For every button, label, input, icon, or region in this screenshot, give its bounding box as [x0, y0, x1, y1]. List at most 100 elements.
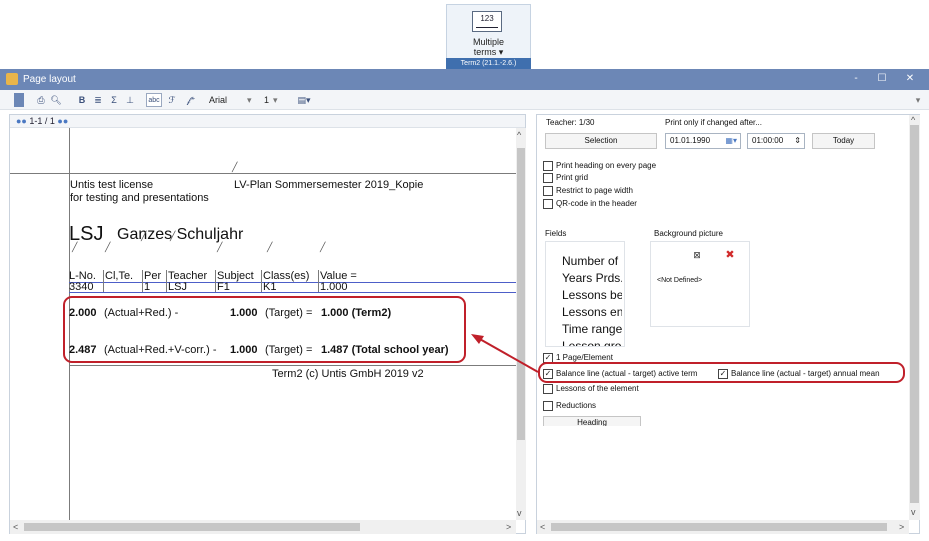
qr-code-label: QR-code in the header — [556, 199, 637, 208]
scrollbar-thumb[interactable] — [551, 523, 887, 531]
window-titlebar: Page layout - ☐ ✕ — [0, 69, 929, 90]
column-divider — [103, 270, 104, 292]
horizontal-scrollbar[interactable]: < > — [10, 520, 516, 534]
column-divider — [318, 270, 319, 292]
heading-text: Ganzes Schuljahr — [117, 226, 244, 243]
format-icon[interactable]: ℱ — [166, 93, 178, 107]
preview-page-navigator[interactable]: ●● 1-1 / 1 ●● — [10, 115, 525, 128]
edit-pencil-icon[interactable]: ╱ — [217, 242, 222, 253]
scroll-left-icon[interactable]: < — [13, 522, 18, 532]
scrollbar-thumb[interactable] — [24, 523, 360, 531]
edit-pencil-icon[interactable]: ╱ — [320, 242, 325, 253]
column-header: Cl,Te. — [105, 270, 134, 282]
sum-icon[interactable]: Σ — [108, 93, 120, 107]
edit-pencil-icon[interactable]: ╱ — [232, 162, 237, 173]
preview-icon[interactable]: 🔍︎ — [50, 93, 62, 107]
font-select[interactable]: Arial ▾ — [209, 93, 261, 107]
scroll-up-icon[interactable]: ^ — [517, 130, 521, 140]
fields-label: Fields — [545, 229, 567, 238]
delete-picture-icon[interactable]: ✖ — [719, 247, 741, 265]
print-grid-label: Print grid — [556, 173, 589, 182]
maximize-button[interactable]: ☐ — [870, 71, 894, 87]
balance-options-highlight — [538, 362, 905, 383]
qr-code-checkbox[interactable] — [543, 199, 553, 209]
vertical-scrollbar[interactable]: ^ v — [516, 128, 526, 520]
not-defined-text: <Not Defined> — [657, 277, 703, 284]
browse-picture-icon[interactable]: ⊠ — [686, 247, 708, 265]
edit-pencil-icon[interactable]: ╱ — [170, 231, 175, 242]
selection-button[interactable]: Selection — [545, 133, 657, 149]
vertical-scrollbar[interactable]: ^ v — [909, 115, 920, 520]
scrollbar-thumb[interactable] — [517, 148, 525, 440]
scroll-right-icon[interactable]: > — [506, 522, 511, 532]
horizontal-scrollbar[interactable]: < > — [537, 520, 909, 534]
toolbar-overflow-icon[interactable]: ▾ — [913, 93, 923, 107]
lessons-of-element-checkbox[interactable] — [543, 384, 553, 394]
column-divider — [261, 270, 262, 292]
list-item[interactable]: Years Prds. — [562, 271, 622, 285]
heading-button[interactable]: Heading — [543, 416, 641, 426]
lessons-of-element-label: Lessons of the element — [556, 384, 639, 393]
window-title: Page layout — [23, 74, 76, 85]
today-button[interactable]: Today — [812, 133, 875, 149]
toolbar: ⎙ 🔍︎ B ≣ Σ ⊥ abc ℱ 𝒻⁺ Arial ▾ 1 ▾ ▤▾ ▾ — [0, 90, 929, 110]
scroll-up-icon[interactable]: ^ — [911, 115, 915, 125]
scrollbar-thumb[interactable] — [910, 125, 919, 503]
list-item[interactable]: Lessons end — [562, 305, 622, 319]
balance-lines-highlight — [63, 296, 466, 363]
background-picture-group: ⊠ ✖ <Not Defined> — [650, 241, 750, 327]
minimize-button[interactable]: - — [844, 71, 868, 87]
column-divider — [215, 270, 216, 292]
scroll-down-icon[interactable]: v — [517, 508, 522, 518]
print-heading-checkbox[interactable] — [543, 161, 553, 171]
format-plus-icon[interactable]: 𝒻⁺ — [184, 93, 198, 107]
print-if-changed-label: Print only if changed after... — [665, 118, 762, 127]
bold-icon[interactable]: B — [76, 93, 88, 107]
font-size-select[interactable]: 1 ▾ — [264, 93, 288, 107]
edit-pencil-icon[interactable]: ╱ — [72, 242, 77, 253]
reductions-checkbox[interactable] — [543, 401, 553, 411]
column-divider — [166, 270, 167, 292]
date-field[interactable]: 01.01.1990 ▦▾ — [665, 133, 741, 149]
print-icon[interactable]: ⎙ — [35, 93, 47, 107]
fields-list[interactable]: Number of u Years Prds. Lessons beg Less… — [545, 241, 625, 347]
time-field[interactable]: 01:00:00 ⇕ — [747, 133, 805, 149]
edit-pencil-icon[interactable]: ╱ — [141, 231, 146, 242]
multiple-terms-icon: 123 — [472, 11, 502, 32]
list-item[interactable]: Time range — [562, 322, 622, 336]
column-divider — [142, 270, 143, 292]
scroll-down-icon[interactable]: v — [911, 507, 916, 517]
multiple-terms-label: Multiple terms ▾ — [472, 37, 504, 57]
settings-pane: Teacher: 1/30 Print only if changed afte… — [536, 114, 920, 534]
list-item[interactable]: Number of u — [562, 254, 622, 268]
abc-icon[interactable]: abc — [146, 93, 162, 107]
restrict-width-label: Restrict to page width — [556, 186, 633, 195]
license-line-1: Untis test license — [70, 179, 154, 191]
table-rule — [69, 292, 516, 293]
underline-icon[interactable]: ⊥ — [124, 93, 136, 107]
report-footer: Term2 (c) Untis GmbH 2019 v2 — [272, 368, 424, 380]
reductions-label: Reductions — [556, 401, 597, 410]
page-indicator: 1-1 / 1 — [29, 116, 55, 126]
scroll-left-icon[interactable]: < — [540, 522, 545, 532]
close-button[interactable]: ✕ — [898, 71, 922, 87]
plan-title: LV-Plan Sommersemester 2019_Kopie — [234, 179, 424, 191]
page-icon[interactable] — [14, 93, 24, 107]
list-item[interactable]: Lesson grou — [562, 339, 622, 346]
print-heading-label: Print heading on every page — [556, 161, 657, 170]
license-line-2: for testing and presentations — [70, 192, 209, 204]
print-grid-checkbox[interactable] — [543, 173, 553, 183]
edit-pencil-icon[interactable]: ╱ — [267, 242, 272, 253]
last-page-icon[interactable]: ●● — [57, 116, 68, 126]
first-page-icon[interactable]: ●● — [16, 116, 27, 126]
page-setup-icon[interactable]: ▤▾ — [296, 93, 312, 107]
restrict-width-checkbox[interactable] — [543, 186, 553, 196]
scroll-right-icon[interactable]: > — [899, 522, 904, 532]
page-margin-top — [10, 173, 516, 174]
list-item[interactable]: Lessons beg — [562, 288, 622, 302]
italic-icon[interactable]: ≣ — [92, 93, 104, 107]
footer-rule — [69, 365, 516, 366]
app-icon — [6, 73, 18, 85]
edit-pencil-icon[interactable]: ╱ — [105, 242, 110, 253]
background-picture-label: Background picture — [654, 229, 723, 238]
